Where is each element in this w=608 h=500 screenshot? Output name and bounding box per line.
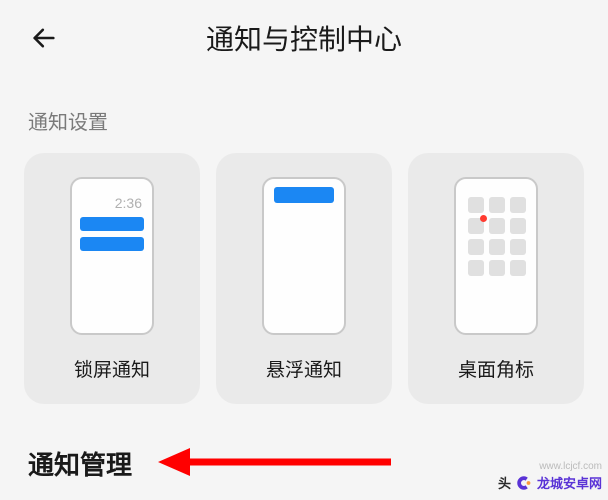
floating-preview-icon [262,177,346,335]
annotation-arrow-icon [156,442,396,482]
badge-dot-icon [468,218,484,234]
lockscreen-bar-icon [80,237,144,251]
watermark-logo-icon [515,474,533,492]
floating-bar-icon [274,187,334,203]
card-floating[interactable]: 悬浮通知 [216,153,392,404]
back-button[interactable] [24,18,64,58]
arrow-left-icon [30,24,58,52]
lockscreen-preview-icon: 2:36 [70,177,154,335]
card-badge[interactable]: 桌面角标 [408,153,584,404]
notification-cards: 2:36 锁屏通知 悬浮通知 桌面角标 [0,153,608,404]
header: 通知与控制中心 [0,0,608,76]
card-label: 悬浮通知 [266,355,342,382]
home-grid-icon [468,197,524,276]
watermark-url: www.lcjcf.com [539,461,602,472]
notification-management-heading[interactable]: 通知管理 [28,445,132,482]
watermark: 头 龙城安卓网 [498,473,602,492]
watermark-brand: 龙城安卓网 [537,473,602,492]
lockscreen-bar-icon [80,217,144,231]
watermark-head: 头 [498,473,511,492]
section-label: 通知设置 [0,76,608,153]
badge-preview-icon [454,177,538,335]
page-title: 通知与控制中心 [64,18,544,58]
card-label: 桌面角标 [458,355,534,382]
card-label: 锁屏通知 [74,355,150,382]
lockscreen-time: 2:36 [115,195,142,211]
card-lockscreen[interactable]: 2:36 锁屏通知 [24,153,200,404]
